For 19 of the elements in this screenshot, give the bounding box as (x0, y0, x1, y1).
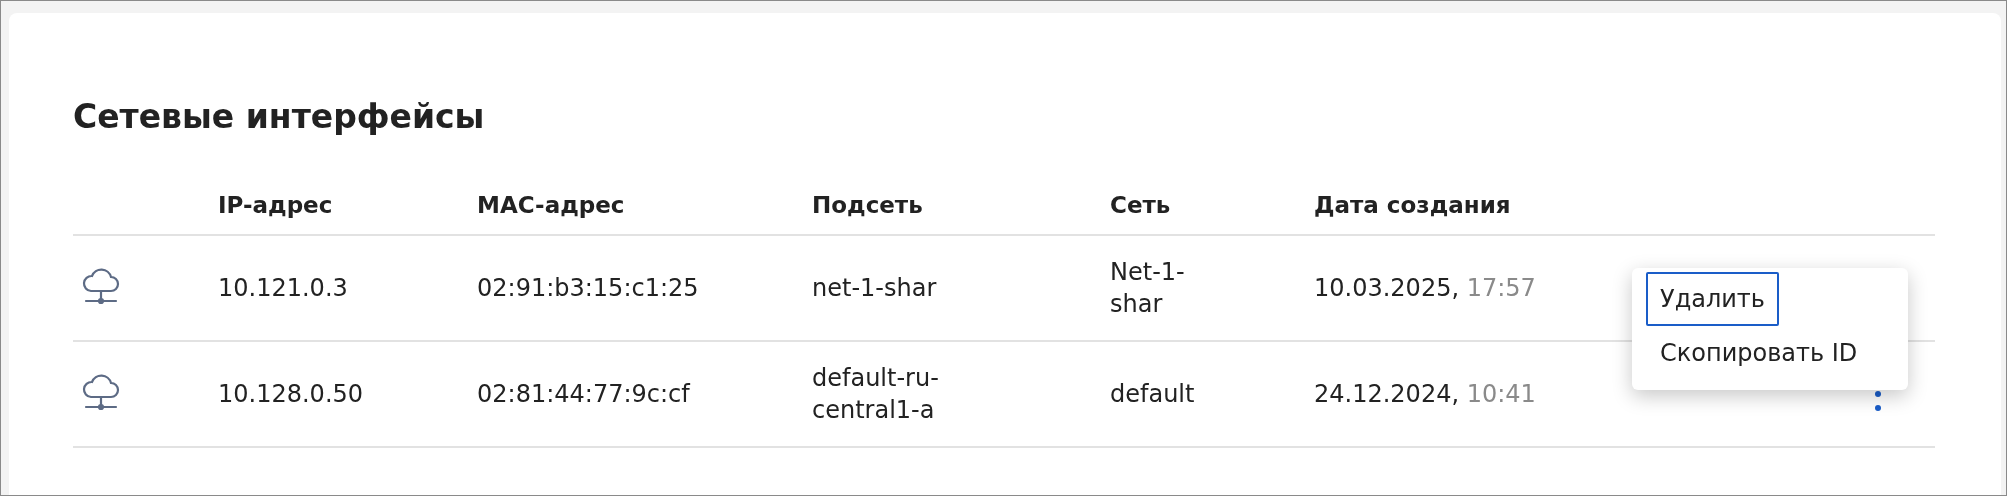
cloud-network-icon (81, 267, 121, 305)
table-cell-text: default-ru-central1-a (812, 363, 940, 426)
column-header: Подсеть (812, 191, 923, 218)
table-cell-text: 24.12.2024, 10:41 (1314, 379, 1536, 410)
section-title: Сетевые интерфейсы (73, 96, 486, 138)
menu-item[interactable]: Удалить (1646, 272, 1779, 326)
column-header: Сеть (1110, 191, 1171, 218)
table-cell-text: Net-1-shar (1110, 257, 1186, 320)
table-cell-text: net-1-shar (812, 273, 937, 304)
table-cell-text: 02:81:44:77:9c:cf (477, 379, 690, 410)
column-header: MAC-адрес (477, 191, 625, 218)
table-cell-text: 10.121.0.3 (218, 273, 348, 304)
cloud-network-icon (81, 373, 121, 411)
table-cell-text: 10.03.2025, 17:57 (1314, 273, 1536, 304)
table-cell-text: 10.128.0.50 (218, 379, 364, 410)
column-header: Дата создания (1314, 191, 1511, 218)
table-cell-text: 02:91:b3:15:c1:25 (477, 273, 699, 304)
table-cell-text: default (1110, 379, 1195, 410)
column-header: IP-адрес (218, 191, 333, 218)
